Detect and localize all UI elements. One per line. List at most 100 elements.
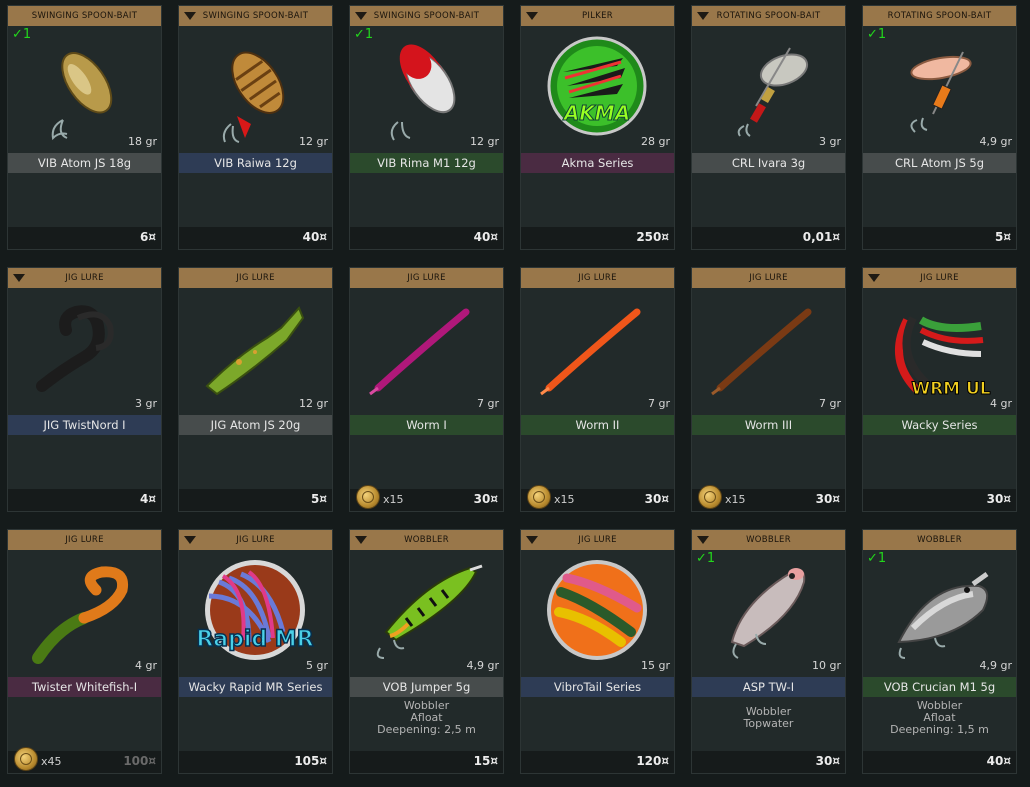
price-label: 30¤ [473,492,498,506]
category-label: JIG LURE [578,273,617,283]
lure-card[interactable]: SWINGING SPOON-BAIT ✓1 12 gr VIB Rima M1 12… [349,5,504,250]
vibrotail-series-icon [521,552,674,672]
price-label: 40¤ [986,754,1011,768]
price-label: 15¤ [473,754,498,768]
lure-card[interactable]: JIG LURE WRM UL 4 gr Wacky Series 30¤ [862,267,1017,512]
price-bar: 250¤ [521,227,674,249]
spoon-scaled-icon [179,28,332,148]
item-name: VOB Crucian M1 5g [863,677,1016,697]
price-label: 30¤ [986,492,1011,506]
price-label: 6¤ [140,230,156,244]
dropdown-triangle-icon[interactable] [697,536,709,544]
wobbler-crucian-icon [863,552,1016,672]
coin-icon [698,485,722,509]
bonus-quantity: x45 [41,755,62,768]
weight-label: 12 gr [470,135,499,148]
weight-label: 4,9 gr [979,135,1013,148]
weight-label: 4 gr [990,397,1012,410]
item-name: Twister Whitefish-I [8,677,161,697]
coin-icon [527,485,551,509]
weight-label: 10 gr [812,659,841,672]
weight-label: 18 gr [128,135,157,148]
category-label: JIG LURE [65,535,104,545]
category-header: WOBBLER [863,530,1016,550]
lure-card[interactable]: SWINGING SPOON-BAIT ✓1 18 gr VIB Atom JS 18… [7,5,162,250]
price-bar: 30¤ [863,489,1016,511]
item-name: CRL Atom JS 5g [863,153,1016,173]
category-header: JIG LURE [863,268,1016,288]
lure-card[interactable]: PILKER AKMA 28 gr Akma Series 250¤ [520,5,675,250]
lure-card[interactable]: ROTATING SPOON-BAIT 3 gr CRL Ivara 3g 0,01¤ [691,5,846,250]
category-header: JIG LURE [179,268,332,288]
owned-count: ✓1 [867,27,887,42]
price-bar: 5¤ [863,227,1016,249]
lure-card[interactable]: ROTATING SPOON-BAIT ✓1 4,9 gr CRL Atom JS 5… [862,5,1017,250]
category-header: SWINGING SPOON-BAIT [179,6,332,26]
worm-brown-icon [692,290,845,410]
category-label: JIG LURE [407,273,446,283]
category-label: SWINGING SPOON-BAIT [202,11,309,21]
category-label: JIG LURE [236,273,275,283]
dropdown-triangle-icon[interactable] [868,274,880,282]
category-header: WOBBLER [350,530,503,550]
lure-card[interactable]: JIG LURE 3 gr JIG TwistNord I 4¤ [7,267,162,512]
coin-icon [356,485,380,509]
item-name: Wacky Series [863,415,1016,435]
weight-label: 4,9 gr [466,659,500,672]
item-name: VibroTail Series [521,677,674,697]
lure-card[interactable]: JIG LURE 7 gr Worm II x15 30¤ [520,267,675,512]
weight-label: 4,9 gr [979,659,1013,672]
lure-card[interactable]: JIG LURE 7 gr Worm I x15 30¤ [349,267,504,512]
wrm-ul-series-icon: WRM UL [863,290,1016,410]
price-bar: 4¤ [8,489,161,511]
lure-card[interactable]: JIG LURE 15 gr VibroTail Series 120¤ [520,529,675,774]
dropdown-triangle-icon[interactable] [526,536,538,544]
spoon-gold-icon [8,28,161,148]
lure-card[interactable]: JIG LURE 7 gr Worm III x15 30¤ [691,267,846,512]
price-bar: x15 30¤ [692,485,845,511]
dropdown-triangle-icon[interactable] [184,536,196,544]
wobbler-popper-icon [692,552,845,672]
category-label: PILKER [581,11,614,21]
category-header: SWINGING SPOON-BAIT [350,6,503,26]
price-label: 40¤ [302,230,327,244]
lure-card[interactable]: JIG LURE 12 gr JIG Atom JS 20g 5¤ [178,267,333,512]
item-description: Wobbler Afloat Deepening: 1,5 m [890,699,989,736]
category-label: WOBBLER [404,535,449,545]
category-header: JIG LURE [8,268,161,288]
dropdown-triangle-icon[interactable] [697,12,709,20]
category-header: JIG LURE [8,530,161,550]
price-label: 4¤ [140,492,156,506]
lure-card[interactable]: WOBBLER ✓1 4,9 gr VOB Crucian M1 5g Wobbler … [862,529,1017,774]
lure-card[interactable]: SWINGING SPOON-BAIT 12 gr VIB Raiwa 12g 40¤ [178,5,333,250]
weight-label: 28 gr [641,135,670,148]
item-description: Wobbler Afloat Deepening: 2,5 m [377,699,476,736]
lure-card[interactable]: WOBBLER ✓1 10 gr ASP TW-I Wobbler Topwater 30… [691,529,846,774]
lure-card[interactable]: JIG LURE 4 gr Twister Whitefish-I x45 100¤ [7,529,162,774]
lure-card[interactable]: JIG LURE Rapid MR 5 gr Wacky Rapid MR Serie… [178,529,333,774]
svg-text:WRM UL: WRM UL [911,379,990,399]
dropdown-triangle-icon[interactable] [184,12,196,20]
dropdown-triangle-icon[interactable] [13,274,25,282]
dropdown-triangle-icon[interactable] [355,536,367,544]
category-header: JIG LURE [179,530,332,550]
bonus-quantity: x15 [725,493,746,506]
owned-count: ✓1 [867,551,887,566]
spoon-red-white-icon [350,28,503,148]
item-name: Wacky Rapid MR Series [179,677,332,697]
lure-card[interactable]: WOBBLER 4,9 gr VOB Jumper 5g Wobbler Afloat… [349,529,504,774]
weight-label: 7 gr [648,397,670,410]
worm-orange-icon [521,290,674,410]
price-label: 40¤ [473,230,498,244]
dropdown-triangle-icon[interactable] [526,12,538,20]
price-label: 250¤ [636,230,669,244]
price-bar: 40¤ [179,227,332,249]
spinner-orange-icon [863,28,1016,148]
category-label: SWINGING SPOON-BAIT [373,11,480,21]
category-label: JIG LURE [236,535,275,545]
dropdown-triangle-icon[interactable] [355,12,367,20]
price-bar: 6¤ [8,227,161,249]
svg-text:Rapid MR: Rapid MR [196,627,313,652]
item-name: VIB Raiwa 12g [179,153,332,173]
item-name: Akma Series [521,153,674,173]
